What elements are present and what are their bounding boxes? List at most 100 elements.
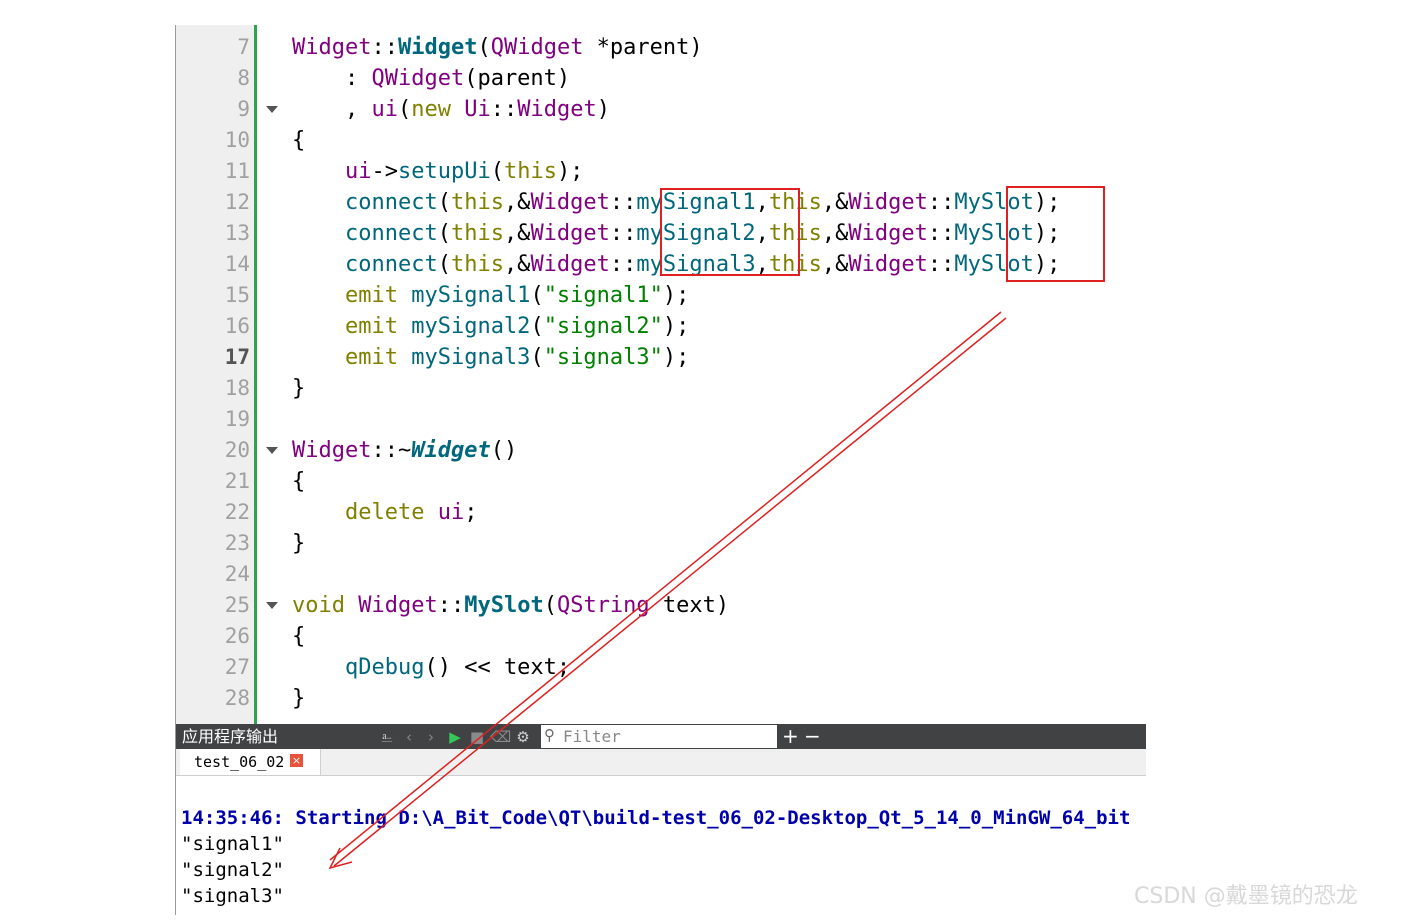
code-token: *parent) [583,35,703,60]
code-token: (parent) [464,66,571,91]
code-line[interactable]: 18} [176,373,1146,404]
code-token: ( [437,190,451,215]
line-number: 17 [224,345,250,369]
code-token: MySlot [464,593,544,618]
code-token: () [490,438,518,463]
code-token: ( [397,97,412,122]
code-token: ( [437,252,451,277]
code-line[interactable]: 28} [176,683,1146,714]
fold-arrow-icon[interactable] [266,106,278,113]
code-token: ) [596,97,610,122]
run-icon[interactable]: ▶ [446,728,464,746]
line-number: 25 [224,593,250,617]
fold-arrow-icon[interactable] [266,602,278,609]
code-token: ); [662,283,690,308]
code-token: Widget [517,97,597,122]
code-text: void Widget::MySlot(QString text) [292,590,729,621]
code-token: QWidget [371,66,465,91]
close-icon[interactable]: × [290,754,303,767]
code-line[interactable]: 21 { [176,466,1146,497]
code-token: Widget [292,35,372,60]
code-line[interactable]: 10 { [176,125,1146,156]
settings-icon[interactable]: ⚙ [514,728,532,746]
code-token: { [292,469,306,494]
code-token: ; [464,500,478,525]
code-text: Widget::~Widget() [292,435,517,466]
line-number: 11 [224,159,250,183]
code-line[interactable]: 26 { [176,621,1146,652]
zoom-out-button[interactable]: − [804,724,821,748]
filter-placeholder: Filter [563,727,621,746]
code-line[interactable]: 9 , ui(new Ui::Widget) [176,94,1146,125]
line-number: 19 [224,407,250,431]
code-line[interactable]: 20 Widget::~Widget() [176,435,1146,466]
code-text: emit mySignal2("signal2"); [292,311,689,342]
code-line[interactable]: 15 emit mySignal1("signal1"); [176,280,1146,311]
code-token: QString [556,593,650,618]
output-tab-bar: test_06_02 × [176,749,1146,776]
line-number: 28 [224,686,250,710]
code-token: setupUi [397,159,491,184]
code-line[interactable]: 8 : QWidget(parent) [176,63,1146,94]
code-text: { [292,466,305,497]
code-token: this [450,190,504,215]
code-token: mySignal1 [411,283,531,308]
code-token: Widget [530,190,610,215]
code-line[interactable]: 17 emit mySignal3("signal3"); [176,342,1146,373]
code-token: ::~ [371,438,412,463]
code-text: Widget::Widget(QWidget *parent) [292,32,703,63]
output-line: 14:35:46: Starting D:\A_Bit_Code\QT\buil… [181,807,1131,829]
code-token: this [450,221,504,246]
code-token: :: [371,35,398,60]
code-token: :: [490,97,518,122]
code-text: { [292,125,305,156]
code-token: Widget [411,438,491,463]
application-output: 14:35:46: Starting D:\A_Bit_Code\QT\buil… [176,776,1146,916]
output-pane-title: 应用程序输出 [182,727,279,746]
code-token: new [411,97,465,122]
code-line[interactable]: 7 Widget::Widget(QWidget *parent) [176,32,1146,63]
slot-annotation-box [1006,186,1105,282]
code-line[interactable]: 27 qDebug() << text; [176,652,1146,683]
code-token: ( [477,35,491,60]
code-token: } [292,686,306,711]
code-line[interactable]: 25 void Widget::MySlot(QString text) [176,590,1146,621]
code-token: this [503,159,557,184]
code-line[interactable]: 16 emit mySignal2("signal2"); [176,311,1146,342]
filter-input[interactable]: ⚲ Filter [541,725,777,748]
clean-icon[interactable]: ⌫ [490,728,511,746]
code-line[interactable]: 11 ui->setupUi(this); [176,156,1146,187]
fold-arrow-icon[interactable] [266,447,278,454]
code-token: emit [344,314,412,339]
next-icon[interactable]: › [422,728,440,746]
line-number: 13 [224,221,250,245]
line-number: 21 [224,469,250,493]
zoom-in-button[interactable]: + [782,724,799,748]
code-token: ,& [821,252,849,277]
code-token: :: [609,252,637,277]
code-token: ); [662,345,690,370]
code-line[interactable]: 22 delete ui; [176,497,1146,528]
line-number: 8 [237,66,250,90]
line-number: 18 [224,376,250,400]
code-line[interactable]: 23} [176,528,1146,559]
code-editor[interactable]: 7 Widget::Widget(QWidget *parent) 8 : QWid… [176,25,1146,724]
stop-icon[interactable]: ■ [468,728,486,746]
code-token: Widget [530,221,610,246]
code-token: :: [927,190,955,215]
code-token: mySignal2 [411,314,531,339]
code-line[interactable]: 24 [176,559,1146,590]
code-line[interactable]: 19 [176,404,1146,435]
code-token: , [292,97,372,122]
output-tab[interactable]: test_06_02 × [180,749,321,775]
code-text: } [292,528,305,559]
attach-icon[interactable]: ⎁ [378,728,396,746]
code-token: text) [649,593,730,618]
code-token: connect [344,190,438,215]
prev-icon[interactable]: ‹ [400,728,418,746]
code-text: ui->setupUi(this); [292,156,583,187]
